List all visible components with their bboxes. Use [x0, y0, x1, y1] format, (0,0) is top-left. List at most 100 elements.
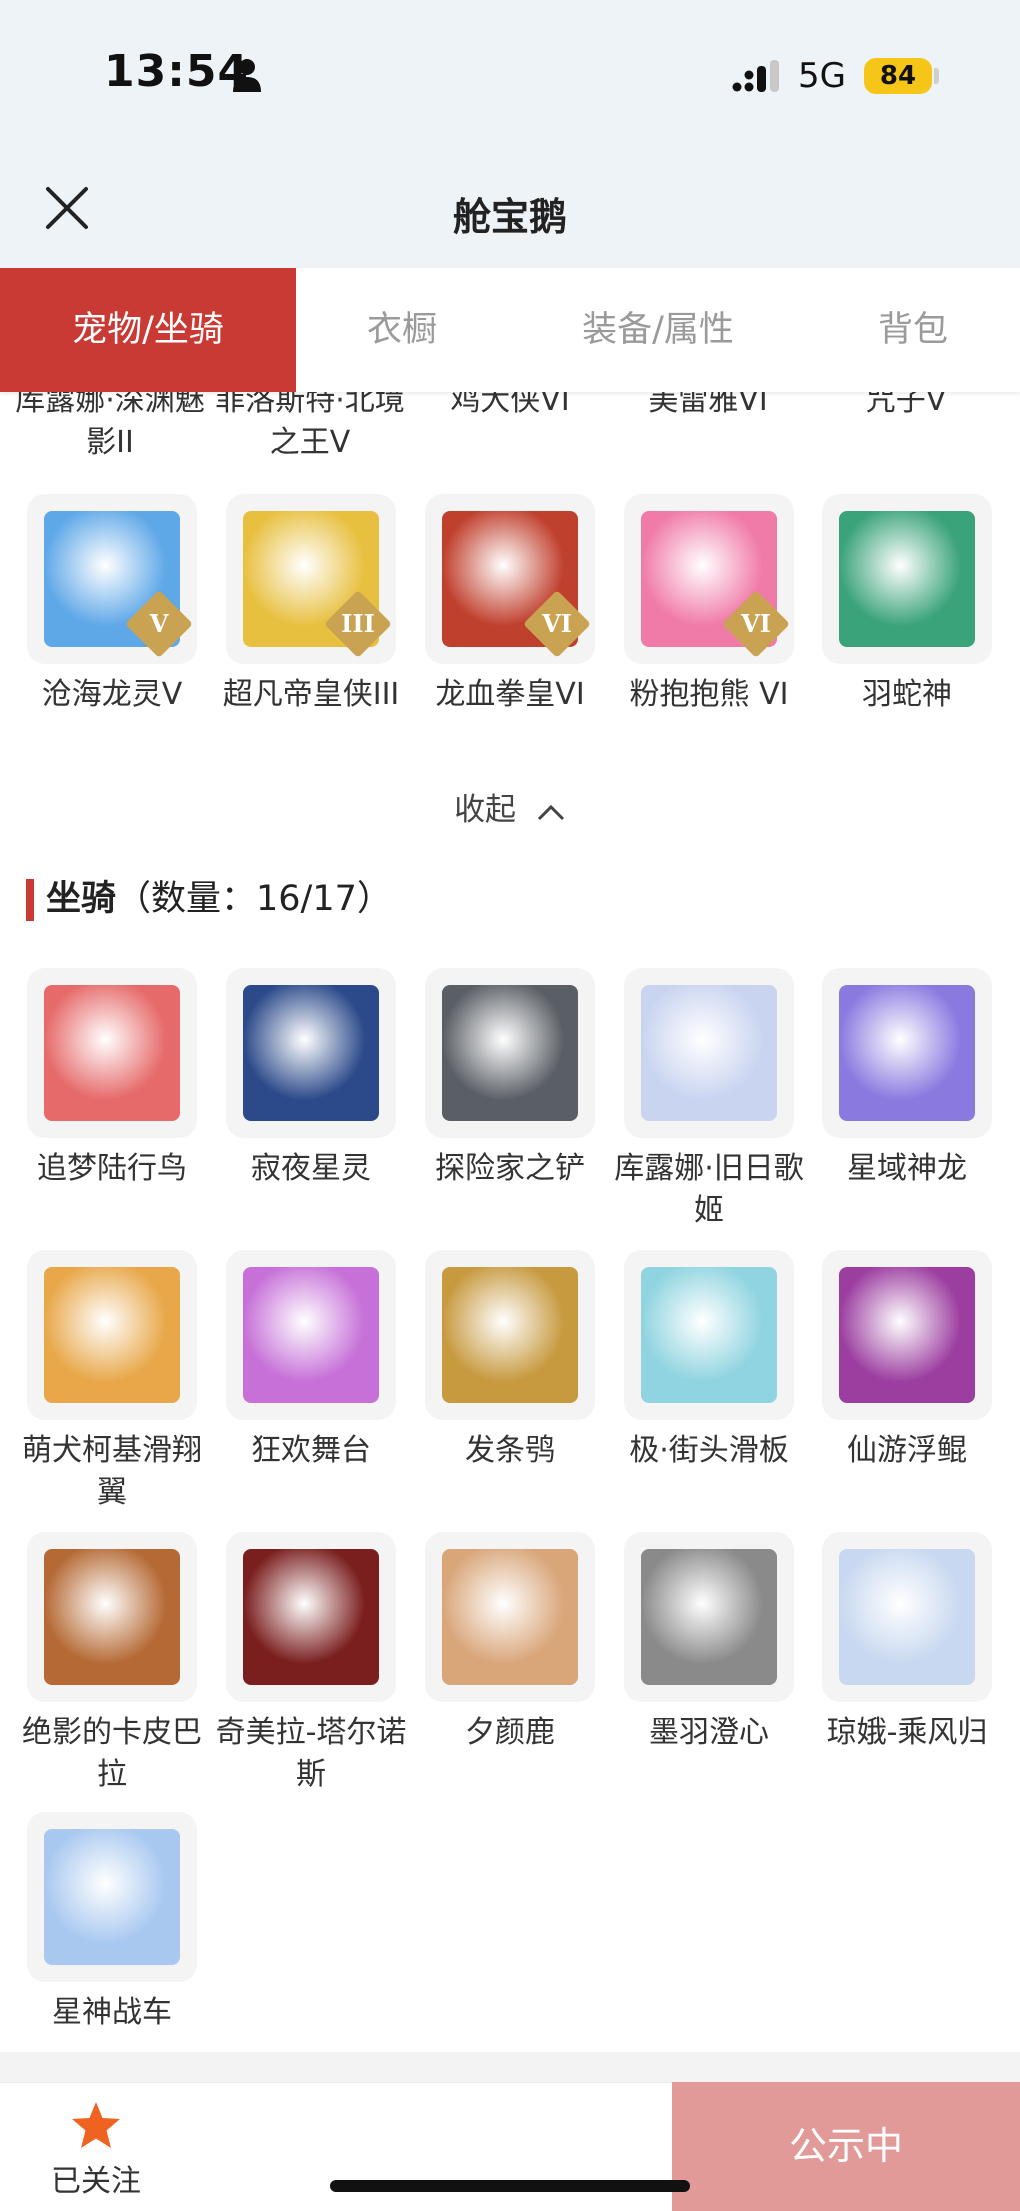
mount-image	[839, 1267, 975, 1403]
pet-name: 龙血拳皇VI	[435, 677, 585, 712]
collapse-label: 收起	[454, 792, 517, 828]
mount-item[interactable]: 绝影的卡皮巴拉	[22, 1532, 202, 1796]
network-type: 5G	[798, 56, 846, 96]
rank-badge-icon: VI	[722, 590, 790, 658]
mount-thumbnail	[425, 1532, 595, 1702]
pet-name: 粉抱抱熊 VI	[629, 677, 789, 712]
mount-image	[442, 1549, 578, 1685]
pet-thumbnail: V	[27, 494, 197, 664]
mount-name: 追梦陆行鸟	[37, 1151, 187, 1186]
mount-name: 星神战车	[52, 1995, 172, 2030]
mount-image	[641, 1267, 777, 1403]
mount-item[interactable]: 星域神龙	[822, 968, 992, 1190]
rank-badge-text: VI	[542, 609, 572, 638]
mount-item[interactable]: 墨羽澄心	[624, 1532, 794, 1754]
mount-image	[641, 985, 777, 1121]
mount-name: 萌犬柯基滑翔翼	[22, 1433, 202, 1510]
mount-item[interactable]: 库露娜·旧日歌姬	[614, 968, 804, 1232]
mount-name: 库露娜·旧日歌姬	[614, 1151, 804, 1228]
tab-bar: 宠物/坐骑 衣橱 装备/属性 背包	[0, 268, 1020, 392]
pet-thumbnail: VI	[425, 494, 595, 664]
mount-image	[442, 985, 578, 1121]
rank-badge-text: III	[341, 609, 375, 638]
mount-image	[243, 985, 379, 1121]
pet-name: 沧海龙灵V	[41, 677, 183, 712]
rank-badge-icon: V	[125, 590, 193, 658]
mount-item[interactable]: 发条鸮	[425, 1250, 595, 1472]
mount-item[interactable]: 追梦陆行鸟	[27, 968, 197, 1190]
mount-thumbnail	[27, 1532, 197, 1702]
rank-badge-icon: VI	[523, 590, 591, 658]
mount-thumbnail	[624, 1532, 794, 1702]
mount-thumbnail	[226, 968, 396, 1138]
page-title: 舱宝鹅	[452, 195, 567, 239]
pet-item[interactable]: 羽蛇神	[822, 494, 992, 716]
mount-thumbnail	[425, 1250, 595, 1420]
mount-thumbnail	[624, 1250, 794, 1420]
home-indicator	[330, 2180, 690, 2192]
mount-item[interactable]: 寂夜星灵	[226, 968, 396, 1190]
mount-item[interactable]: 萌犬柯基滑翔翼	[22, 1250, 202, 1514]
pet-image	[839, 511, 975, 647]
status-bar: 13:54 5G 84	[0, 0, 1020, 150]
mount-name: 奇美拉-塔尔诺斯	[215, 1715, 407, 1792]
pet-thumbnail	[822, 494, 992, 664]
pet-name: 羽蛇神	[862, 677, 952, 712]
pet-name: 超凡帝皇侠III	[222, 677, 400, 712]
mount-name: 仙游浮鲲	[847, 1433, 967, 1468]
mount-image	[44, 1829, 180, 1965]
mount-image	[243, 1549, 379, 1685]
star-icon[interactable]	[70, 2100, 122, 2150]
pet-item[interactable]: III 超凡帝皇侠III	[223, 494, 399, 716]
mount-name: 墨羽澄心	[649, 1715, 769, 1750]
mount-name: 极·街头滑板	[629, 1433, 789, 1468]
mount-image	[442, 1267, 578, 1403]
tab-pets-mounts[interactable]: 宠物/坐骑	[0, 268, 296, 392]
publish-status-button[interactable]: 公示中	[672, 2082, 1020, 2211]
rank-badge-text: V	[149, 609, 169, 638]
mount-item[interactable]: 探险家之铲	[425, 968, 595, 1190]
mount-thumbnail	[27, 968, 197, 1138]
pet-thumbnail: VI	[624, 494, 794, 664]
mount-item[interactable]: 仙游浮鲲	[822, 1250, 992, 1472]
mount-thumbnail	[27, 1250, 197, 1420]
section-heading: 坐骑（数量：16/17）	[46, 875, 392, 923]
pet-item[interactable]: V 沧海龙灵V	[27, 494, 197, 716]
section-title: 坐骑	[46, 879, 117, 919]
mount-item[interactable]: 琼娥-乘风归	[822, 1532, 992, 1754]
rank-badge-text: VI	[741, 609, 771, 638]
collapse-button[interactable]: 收起	[0, 784, 1020, 829]
mount-item[interactable]: 狂欢舞台	[226, 1250, 396, 1472]
mount-image	[839, 985, 975, 1121]
mount-item[interactable]: 极·街头滑板	[624, 1250, 794, 1472]
tab-backpack[interactable]: 背包	[820, 268, 1006, 392]
section-accent-bar	[26, 879, 34, 921]
mount-image	[44, 1549, 180, 1685]
pet-item[interactable]: VI 龙血拳皇VI	[425, 494, 595, 716]
tab-wardrobe[interactable]: 衣橱	[296, 268, 508, 392]
mount-image	[641, 1549, 777, 1685]
mount-name: 狂欢舞台	[251, 1433, 371, 1468]
mount-item[interactable]: 夕颜鹿	[425, 1532, 595, 1754]
chevron-up-icon	[537, 804, 564, 820]
mount-image	[44, 1267, 180, 1403]
follow-label[interactable]: 已关注	[36, 2156, 156, 2200]
pet-thumbnail: III	[226, 494, 396, 664]
mount-thumbnail	[624, 968, 794, 1138]
mount-item[interactable]: 奇美拉-塔尔诺斯	[216, 1532, 406, 1796]
mount-name: 发条鸮	[465, 1433, 555, 1468]
mount-name: 夕颜鹿	[465, 1715, 555, 1750]
mount-name: 探险家之铲	[435, 1151, 585, 1186]
battery-tip	[934, 68, 939, 84]
section-divider	[0, 2052, 1020, 2082]
tab-equipment-attributes[interactable]: 装备/属性	[540, 268, 776, 392]
mount-thumbnail	[425, 968, 595, 1138]
pet-item[interactable]: VI 粉抱抱熊 VI	[624, 494, 794, 716]
mount-name: 琼娥-乘风归	[826, 1715, 988, 1750]
mount-image	[243, 1267, 379, 1403]
status-time: 13:54	[104, 46, 250, 97]
rank-badge-icon: III	[324, 590, 392, 658]
person-icon	[233, 59, 261, 92]
mount-thumbnail	[822, 968, 992, 1138]
mount-item[interactable]: 星神战车	[27, 1812, 197, 2034]
